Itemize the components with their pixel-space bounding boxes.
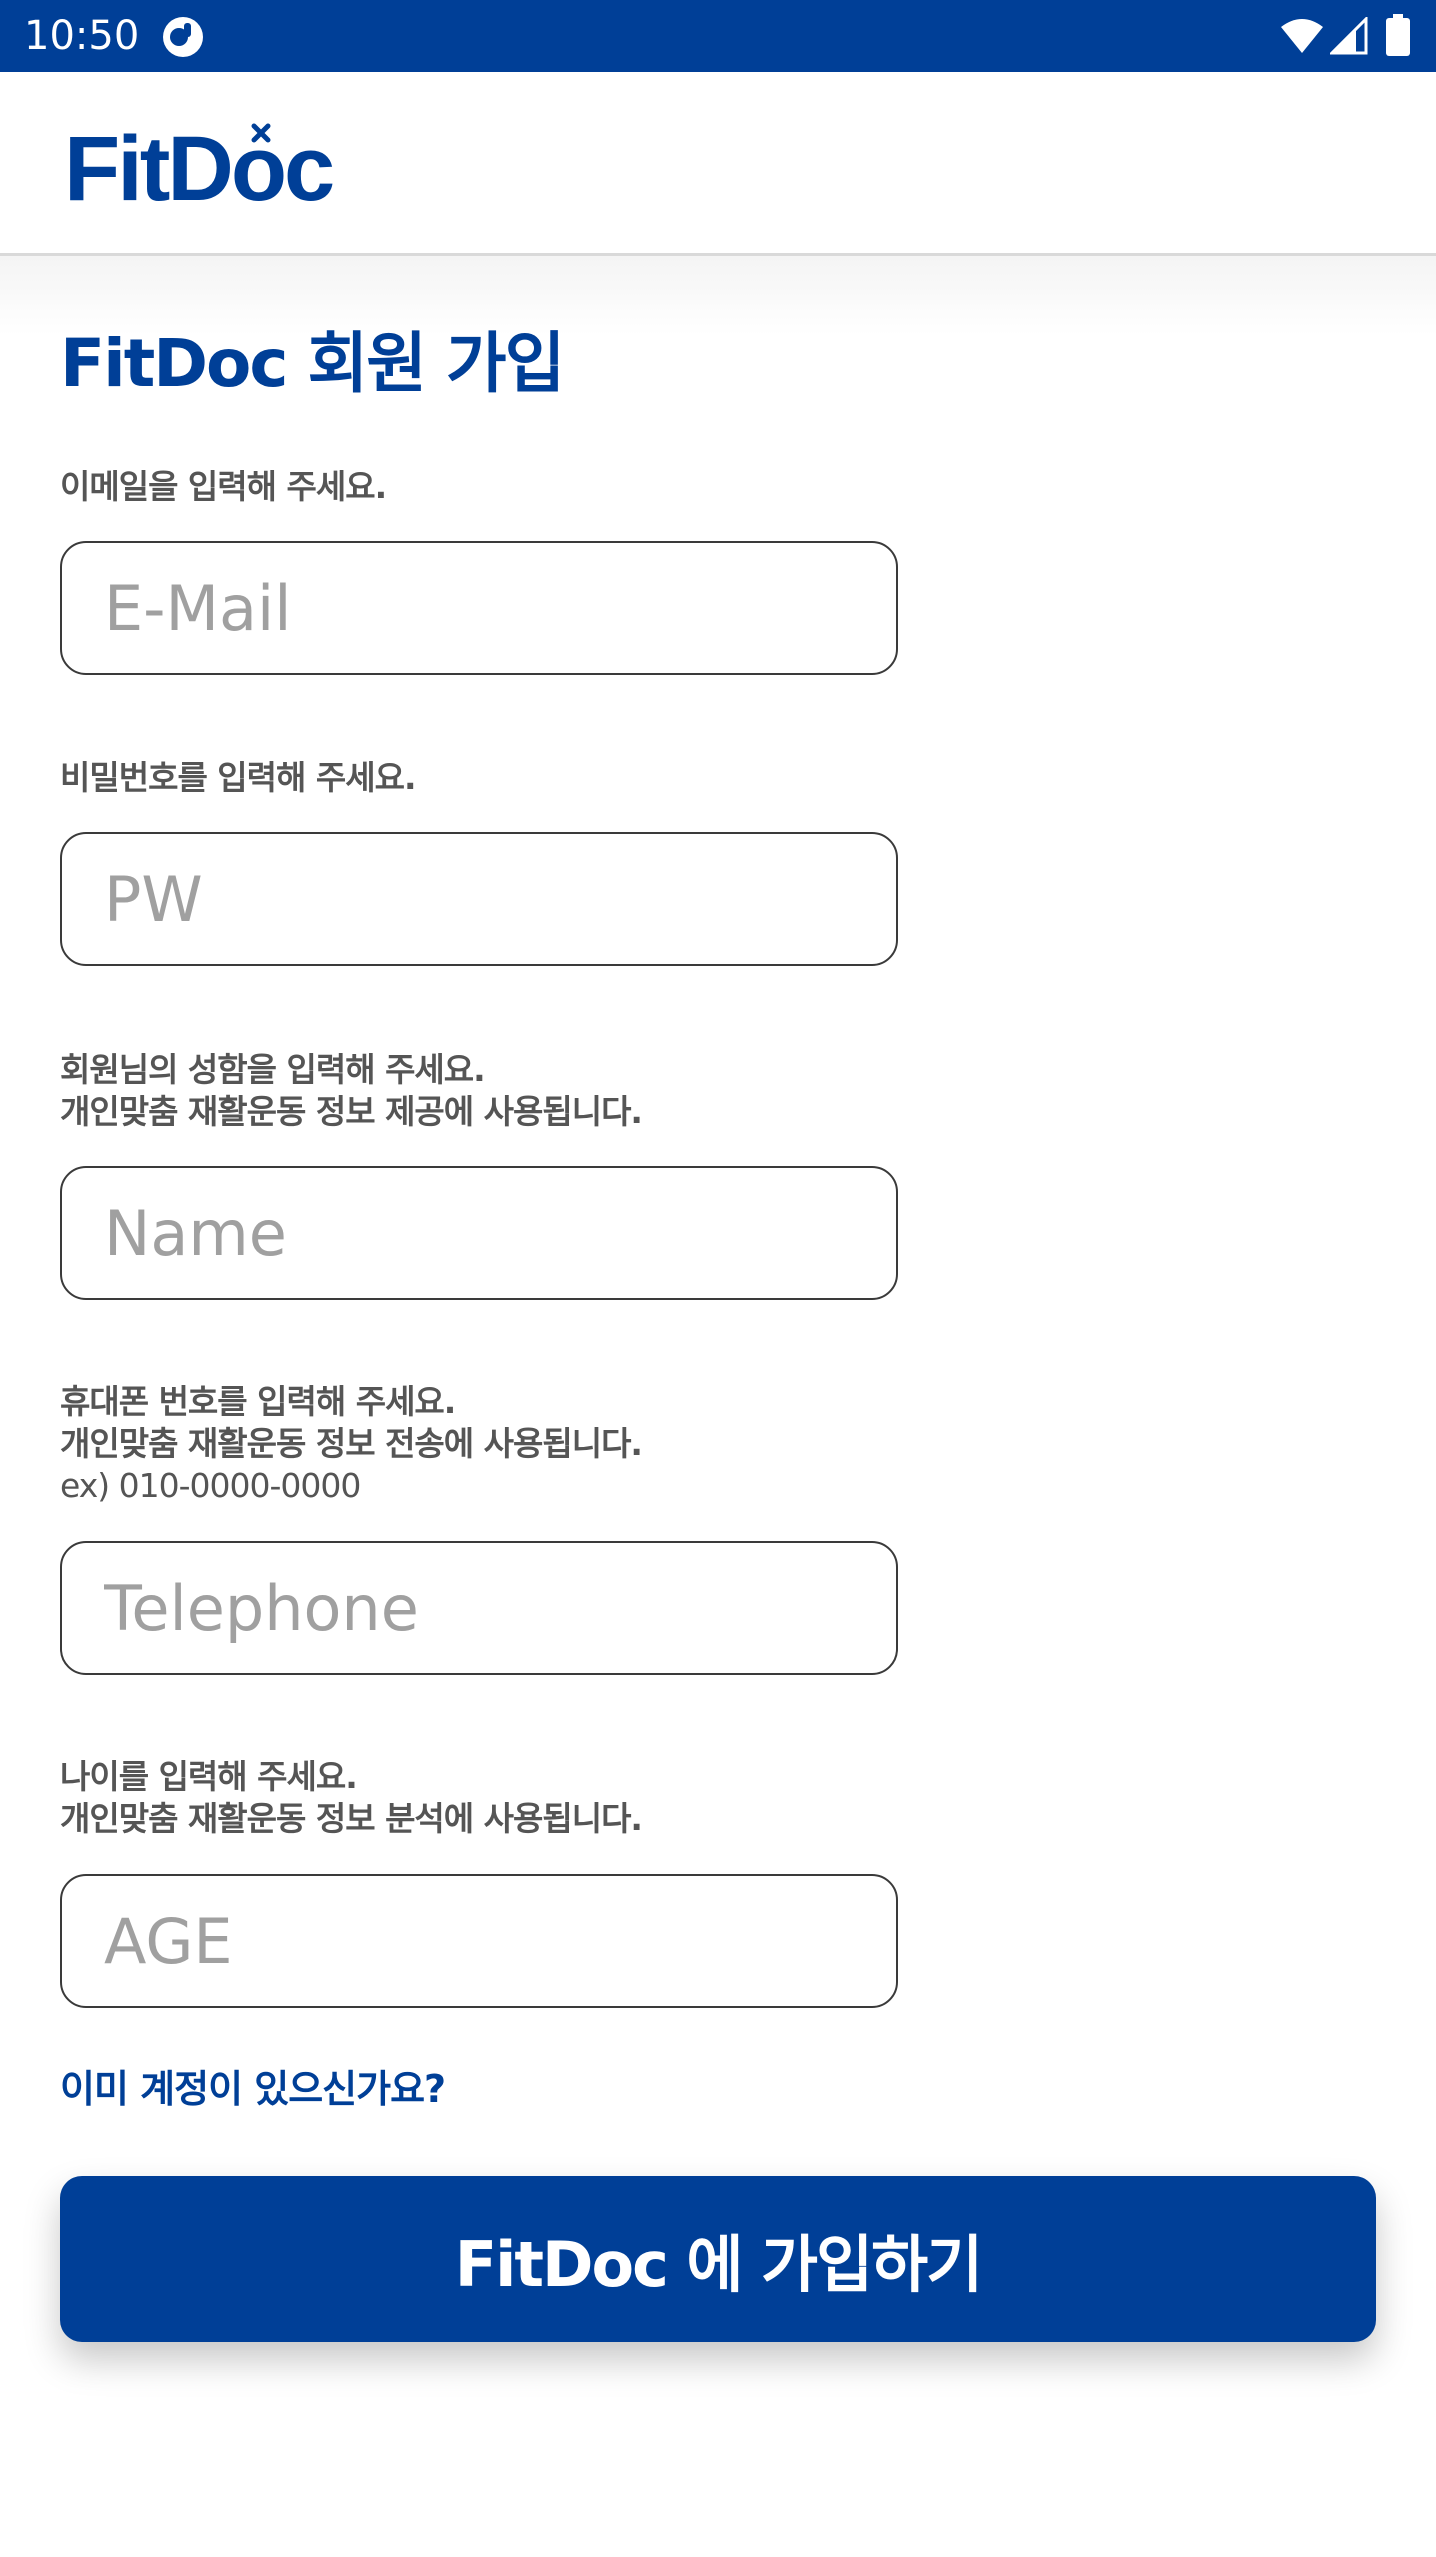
- password-input[interactable]: [60, 832, 898, 966]
- fitdoc-logo: FitDoc: [64, 120, 336, 220]
- status-time: 10:50: [24, 13, 140, 59]
- name-input[interactable]: [60, 1166, 898, 1300]
- age-label: 나이를 입력해 주세요. 개인맞춤 재활운동 정보 분석에 사용됩니다.: [60, 1756, 643, 1840]
- age-label-line1: 나이를 입력해 주세요.: [60, 1757, 358, 1796]
- name-label-line1: 회원님의 성함을 입력해 주세요.: [60, 1050, 486, 1089]
- app-notification-icon: [163, 17, 203, 57]
- age-input[interactable]: [60, 1874, 898, 2008]
- telephone-input[interactable]: [60, 1541, 898, 1675]
- existing-account-link[interactable]: 이미 계정이 있으신가요?: [60, 2064, 446, 2114]
- name-label: 회원님의 성함을 입력해 주세요. 개인맞춤 재활운동 정보 제공에 사용됩니다…: [60, 1049, 643, 1133]
- age-label-line2: 개인맞춤 재활운동 정보 분석에 사용됩니다.: [60, 1799, 643, 1838]
- email-input[interactable]: [60, 541, 898, 675]
- signup-button[interactable]: FitDoc 에 가입하기: [60, 2176, 1376, 2342]
- status-bar: 10:50: [0, 0, 1436, 72]
- wifi-icon: [1281, 19, 1323, 53]
- telephone-label: 휴대폰 번호를 입력해 주세요. 개인맞춤 재활운동 정보 전송에 사용됩니다.…: [60, 1381, 643, 1507]
- page-title: FitDoc 회원 가입: [60, 325, 565, 402]
- name-label-line2: 개인맞춤 재활운동 정보 제공에 사용됩니다.: [60, 1092, 643, 1131]
- battery-icon: [1386, 14, 1410, 56]
- telephone-label-line1: 휴대폰 번호를 입력해 주세요.: [60, 1382, 456, 1421]
- app-bar: FitDoc: [0, 72, 1436, 256]
- logo-text: FitDoc: [64, 120, 333, 220]
- telephone-label-line2: 개인맞춤 재활운동 정보 전송에 사용됩니다.: [60, 1424, 643, 1463]
- telephone-label-example: ex) 010-0000-0000: [60, 1466, 361, 1505]
- password-label: 비밀번호를 입력해 주세요.: [60, 758, 416, 797]
- signal-icon: [1330, 17, 1368, 55]
- email-label: 이메일을 입력해 주세요.: [60, 467, 387, 506]
